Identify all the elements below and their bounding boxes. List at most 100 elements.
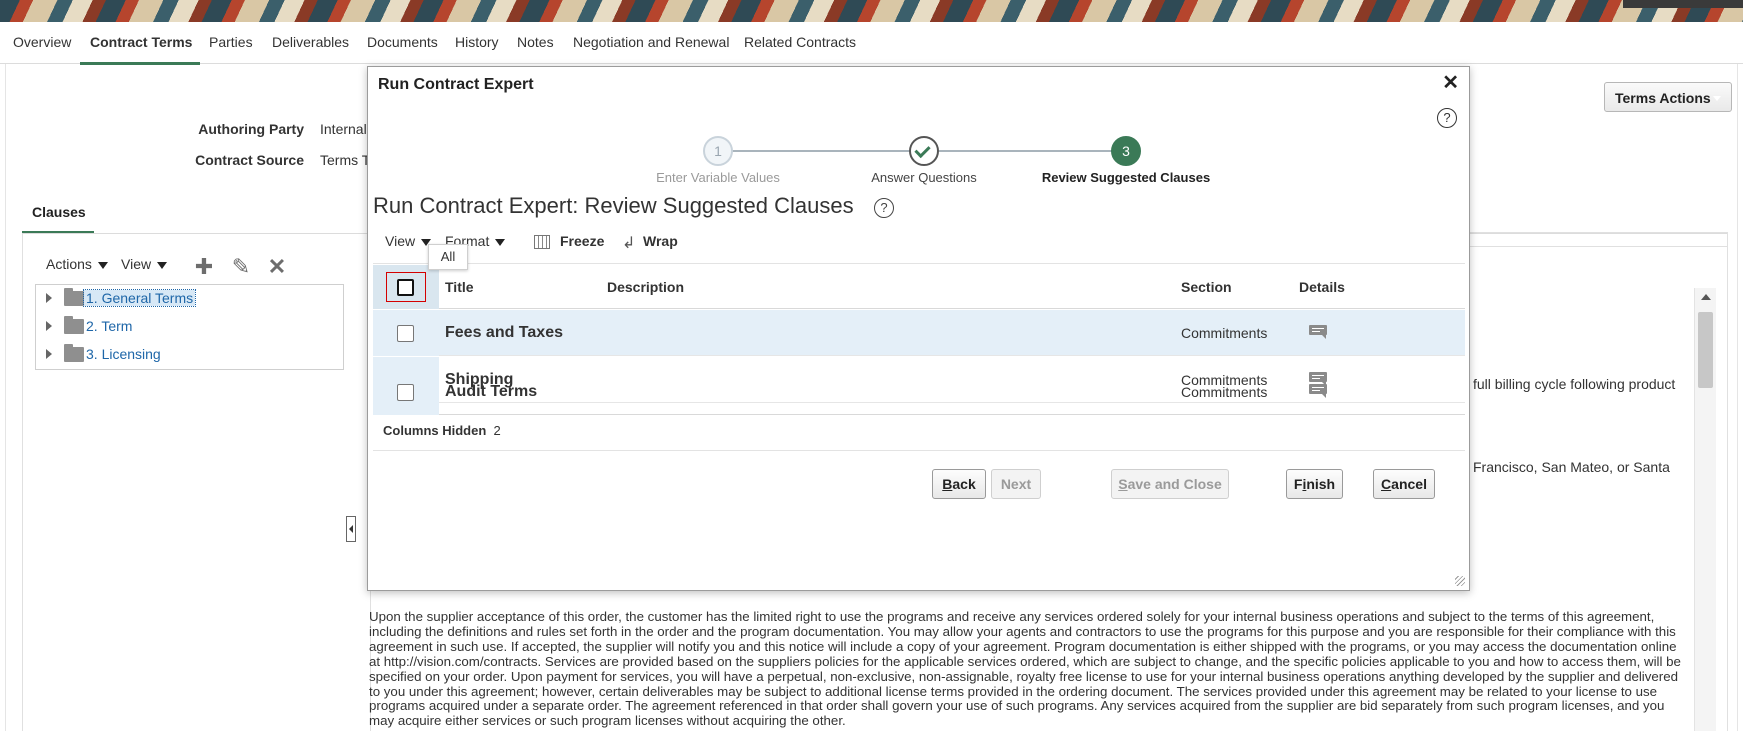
row-checkbox[interactable] [397, 325, 414, 342]
view-menu[interactable]: View [121, 256, 168, 272]
chevron-down-icon [1713, 96, 1721, 101]
step-label-enter-variable-values[interactable]: Enter Variable Values [628, 170, 808, 185]
expand-arrow-icon[interactable] [46, 321, 52, 331]
details-icon[interactable] [1309, 325, 1327, 339]
close-icon[interactable]: ✕ [1442, 73, 1459, 93]
train-step-2[interactable] [909, 136, 939, 166]
step-number: 3 [1122, 143, 1130, 159]
clause-section: Commitments [1181, 325, 1268, 341]
step-label-answer-questions[interactable]: Answer Questions [834, 170, 1014, 185]
column-header-description[interactable]: Description [607, 279, 684, 295]
tree-node[interactable]: 2. Term [36, 315, 341, 339]
train-step-1[interactable]: 1 [703, 136, 733, 166]
panel-splitter-collapse[interactable] [346, 516, 356, 542]
tab-contract-terms[interactable]: Contract Terms [90, 34, 192, 50]
columns-hidden-label: Columns Hidden [383, 423, 487, 438]
help-icon[interactable]: ? [874, 198, 894, 218]
finish-button[interactable]: Finish [1286, 469, 1343, 499]
view-menu-label: View [121, 256, 152, 272]
terms-actions-label: Terms Actions [1615, 90, 1711, 106]
checkmark-icon [914, 141, 931, 159]
chevron-down-icon [495, 238, 506, 246]
cancel-mnemonic: C [1381, 476, 1392, 492]
tab-history[interactable]: History [455, 34, 499, 50]
freeze-icon [534, 235, 550, 249]
authoring-party-label: Authoring Party [198, 121, 304, 137]
columns-hidden-count: 2 [493, 423, 501, 438]
footer-divider [373, 450, 1465, 451]
terms-actions-button[interactable]: Terms Actions [1604, 82, 1732, 112]
table-top-border [373, 263, 1465, 264]
column-header-title[interactable]: Title [445, 279, 474, 295]
clause-text-fragment: Francisco, San Mateo, or Santa [1473, 459, 1670, 475]
expand-arrow-icon[interactable] [46, 293, 52, 303]
finish-label-rest: nish [1306, 476, 1336, 492]
tree-node[interactable]: 3. Licensing [36, 343, 341, 367]
step-number: 1 [714, 143, 722, 159]
table-header: Title Description Section Details [373, 265, 1465, 309]
column-header-section[interactable]: Section [1181, 279, 1232, 295]
row-checkbox[interactable] [397, 384, 414, 401]
tree-node-label[interactable]: 3. Licensing [86, 346, 161, 362]
save-and-close-button: Save and Close [1111, 469, 1229, 499]
wrap-icon: ↲ [622, 235, 636, 252]
freeze-button[interactable]: Freeze [560, 233, 604, 249]
contract-source-value: Terms T [320, 152, 371, 168]
edit-pencil-icon[interactable]: ✎ [230, 256, 252, 278]
view-menu-label: View [385, 233, 416, 249]
tab-parties[interactable]: Parties [209, 34, 253, 50]
folder-icon [64, 288, 84, 306]
back-button[interactable]: Back [932, 469, 986, 499]
tab-negotiation-and-renewal[interactable]: Negotiation and Renewal [573, 34, 729, 50]
clause-text-fragment: full billing cycle following product [1473, 376, 1676, 392]
dialog-title: Run Contract Expert [378, 76, 534, 93]
tab-clauses[interactable]: Clauses [32, 204, 86, 220]
actions-menu-label: Actions [46, 256, 92, 272]
save-label: ave and Close [1127, 476, 1222, 492]
train-connector [939, 150, 1112, 152]
help-icon[interactable]: ? [1437, 108, 1457, 128]
resize-handle[interactable] [1455, 576, 1465, 586]
view-menu[interactable]: View [385, 233, 432, 249]
tree-node[interactable]: 1. General Terms [36, 287, 341, 311]
tab-notes[interactable]: Notes [517, 34, 554, 50]
header-banner [0, 0, 1743, 22]
table-row[interactable]: Audit Terms Commitments [373, 369, 1465, 415]
chevron-down-icon [97, 261, 108, 269]
tree-node-label[interactable]: 1. General Terms [82, 289, 197, 307]
run-contract-expert-dialog: Run Contract Expert ✕ ? 1 3 Enter Variab… [367, 66, 1470, 591]
clause-title: Fees and Taxes [445, 324, 563, 341]
tab-overview[interactable]: Overview [13, 34, 71, 50]
cancel-label: ancel [1391, 476, 1427, 492]
tab-related-contracts[interactable]: Related Contracts [744, 34, 856, 50]
vertical-scrollbar[interactable] [1694, 288, 1716, 731]
select-all-checkbox[interactable] [397, 279, 414, 296]
scroll-thumb[interactable] [1698, 312, 1713, 388]
folder-icon [64, 316, 84, 334]
clause-title: Audit Terms [445, 383, 538, 400]
chevron-down-icon [157, 261, 168, 269]
authoring-party-value: Internal [320, 121, 367, 137]
actions-menu[interactable]: Actions [46, 256, 108, 272]
cancel-button[interactable]: Cancel [1373, 469, 1435, 499]
columns-hidden-status: Columns Hidden 2 [383, 423, 501, 438]
add-icon[interactable]: ✚ [193, 256, 215, 278]
tab-documents[interactable]: Documents [367, 34, 438, 50]
table-row[interactable]: Fees and Taxes Commitments [373, 310, 1465, 356]
contract-source-label: Contract Source [195, 152, 304, 168]
scroll-up-icon[interactable] [1701, 294, 1711, 300]
select-all-cell [373, 265, 439, 309]
expand-arrow-icon[interactable] [46, 349, 52, 359]
details-icon[interactable] [1309, 384, 1327, 398]
delete-icon[interactable]: ✕ [266, 256, 288, 278]
tooltip-all: All [428, 244, 468, 270]
wrap-button[interactable]: Wrap [643, 233, 678, 249]
tab-deliverables[interactable]: Deliverables [272, 34, 349, 50]
tree-node-label[interactable]: 2. Term [86, 318, 132, 334]
train-step-3: 3 [1111, 136, 1141, 166]
step-label-review-suggested-clauses: Review Suggested Clauses [1041, 170, 1211, 185]
column-header-details[interactable]: Details [1299, 279, 1345, 295]
clause-section: Commitments [1181, 384, 1268, 400]
save-mnemonic: S [1118, 476, 1128, 492]
page-title: Run Contract Expert: Review Suggested Cl… [373, 193, 854, 218]
